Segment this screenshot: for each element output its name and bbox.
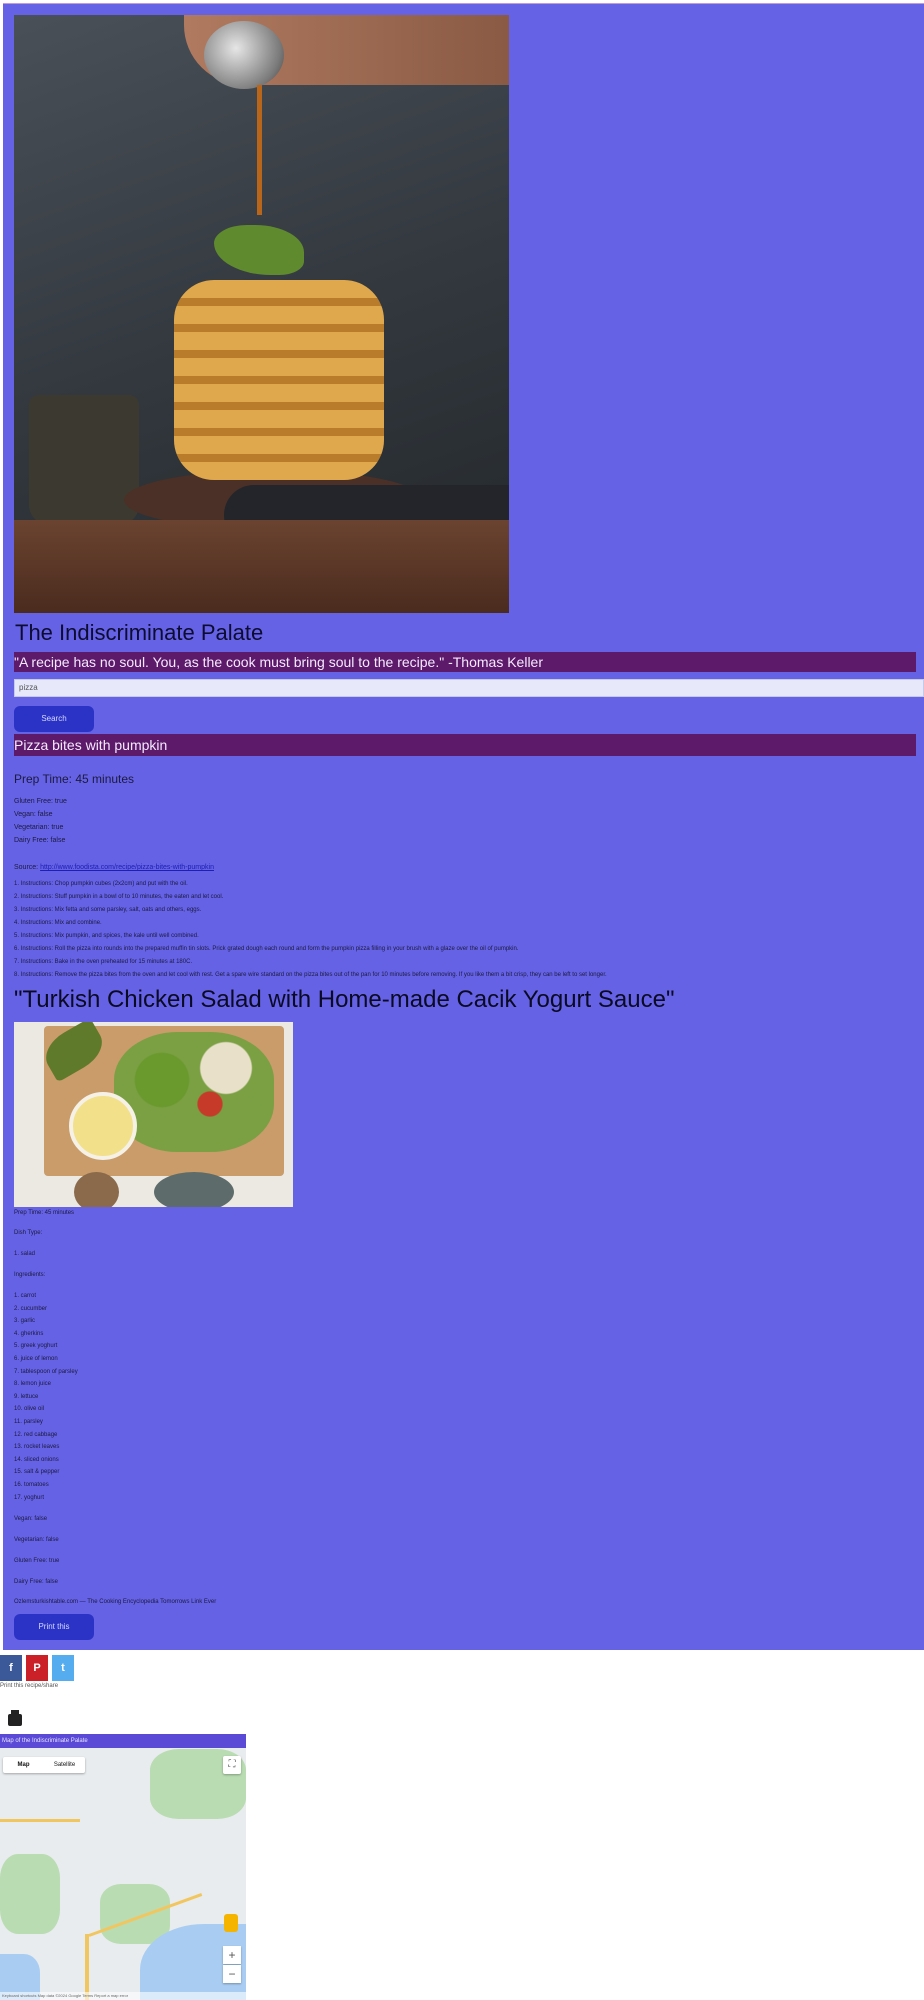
map-type-tabs[interactable]: Map Satellite [3,1757,85,1773]
map-footer: Keyboard shortcuts Map data ©2024 Google… [0,1992,246,2000]
share-label: Print this recipe/share [0,1683,59,1689]
recipe2-dairy-free: Dairy Free: false [14,1579,59,1585]
instruction-step: 3. Instructions: Mix fetta and some pars… [14,907,202,913]
site-title: The Indiscriminate Palate [15,620,264,645]
tag-dairy-free: Dairy Free: false [14,837,66,844]
ingredient-item: 17. yoghurt [14,1494,45,1501]
zoom-out-icon[interactable]: − [223,1965,241,1983]
search-input[interactable]: pizza [14,679,924,697]
recipe2-prep-time: Prep Time: 45 minutes [14,1210,75,1216]
ingredient-item: 16. tomatoes [14,1481,49,1488]
tag-vegan: Vegan: false [14,811,53,818]
map-embed[interactable]: Map of the Indiscriminate Palate Map Sate… [0,1734,246,2000]
tag-gluten-free: Gluten Free: true [14,798,67,805]
instruction-step: 2. Instructions: Stuff pumpkin in a bowl… [14,894,224,900]
map-title: Map of the Indiscriminate Palate [0,1734,246,1748]
source-line: Source: http://www.foodista.com/recipe/p… [14,864,214,871]
street-view-pegman-icon[interactable] [224,1914,238,1932]
dish-type-value: 1. salad [14,1251,36,1257]
recipe2-source: Ozlemsturkishtable.com — The Cooking Enc… [14,1599,217,1605]
ingredient-item: 5. greek yoghurt [14,1343,58,1350]
ingredient-item: 6. juice of lemon [14,1355,58,1362]
ingredient-item: 8. lemon juice [14,1381,52,1388]
quote-banner: "A recipe has no soul. You, as the cook … [14,652,916,672]
ingredient-item: 12. red cabbage [14,1431,58,1438]
ingredient-item: 15. salt & pepper [14,1469,60,1476]
satellite-tab[interactable]: Satellite [44,1757,85,1773]
map-tab[interactable]: Map [3,1757,44,1773]
dish-type-label: Dish Type: [14,1230,43,1236]
instruction-step: 7. Instructions: Bake in the oven prehea… [14,959,193,965]
instruction-step: 1. Instructions: Chop pumpkin cubes (2x2… [14,881,188,887]
diet-tags: Gluten Free: true Vegan: false Vegetaria… [14,795,67,847]
salad-image [14,1022,293,1207]
prep-time: Prep Time: 45 minutes [14,772,135,786]
ingredient-item: 4. gherkins [14,1330,44,1337]
ingredient-item: 13. rocket leaves [14,1444,60,1451]
instruction-step: 8. Instructions: Remove the pizza bites … [14,972,607,978]
ingredient-item: 10. olive oil [14,1406,45,1413]
ingredient-item: 9. lettuce [14,1393,39,1400]
fullscreen-icon[interactable]: ⛶ [223,1756,241,1774]
zoom-in-icon[interactable]: + [223,1946,241,1964]
recipe2-vegan: Vegan: false [14,1516,48,1522]
print-button[interactable]: Print this [14,1614,94,1640]
ingredient-item: 14. sliced onions [14,1456,59,1463]
recipe2-gluten-free: Gluten Free: true [14,1558,60,1564]
ingredient-item: 11. parsley [14,1418,43,1425]
instructions-list: 1. Instructions: Chop pumpkin cubes (2x2… [14,878,607,982]
ingredients-label: Ingredients: [14,1272,46,1278]
instruction-step: 4. Instructions: Mix and combine. [14,920,102,926]
recipe2-vegetarian: Vegetarian: false [14,1537,59,1543]
recipe-title-bar: Pizza bites with pumpkin [14,734,916,756]
recipe2-title: "Turkish Chicken Salad with Home-made Ca… [14,986,675,1013]
source-link[interactable]: http://www.foodista.com/recipe/pizza-bit… [40,864,214,871]
main-content: The Indiscriminate Palate "A recipe has … [3,3,924,1650]
ingredient-item: 2. cucumber [14,1305,48,1312]
source-label: Source: [14,864,39,871]
ingredient-item: 3. garlic [14,1318,36,1325]
search-button[interactable]: Search [14,706,94,732]
instruction-step: 5. Instructions: Mix pumpkin, and spices… [14,933,199,939]
ingredients-list: 1. carrot 2. cucumber 3. garlic 4. gherk… [14,1290,78,1504]
facebook-share-icon[interactable]: f [0,1655,22,1681]
instruction-step: 6. Instructions: Roll the pizza into rou… [14,946,519,952]
tag-vegetarian: Vegetarian: true [14,824,64,831]
ingredient-item: 7. tablespoon of parsley [14,1368,78,1375]
twitter-share-icon[interactable]: t [52,1655,74,1681]
ingredient-item: 1. carrot [14,1293,37,1299]
hero-image [14,15,509,613]
printer-icon[interactable] [8,1710,22,1726]
pinterest-share-icon[interactable]: P [26,1655,48,1681]
